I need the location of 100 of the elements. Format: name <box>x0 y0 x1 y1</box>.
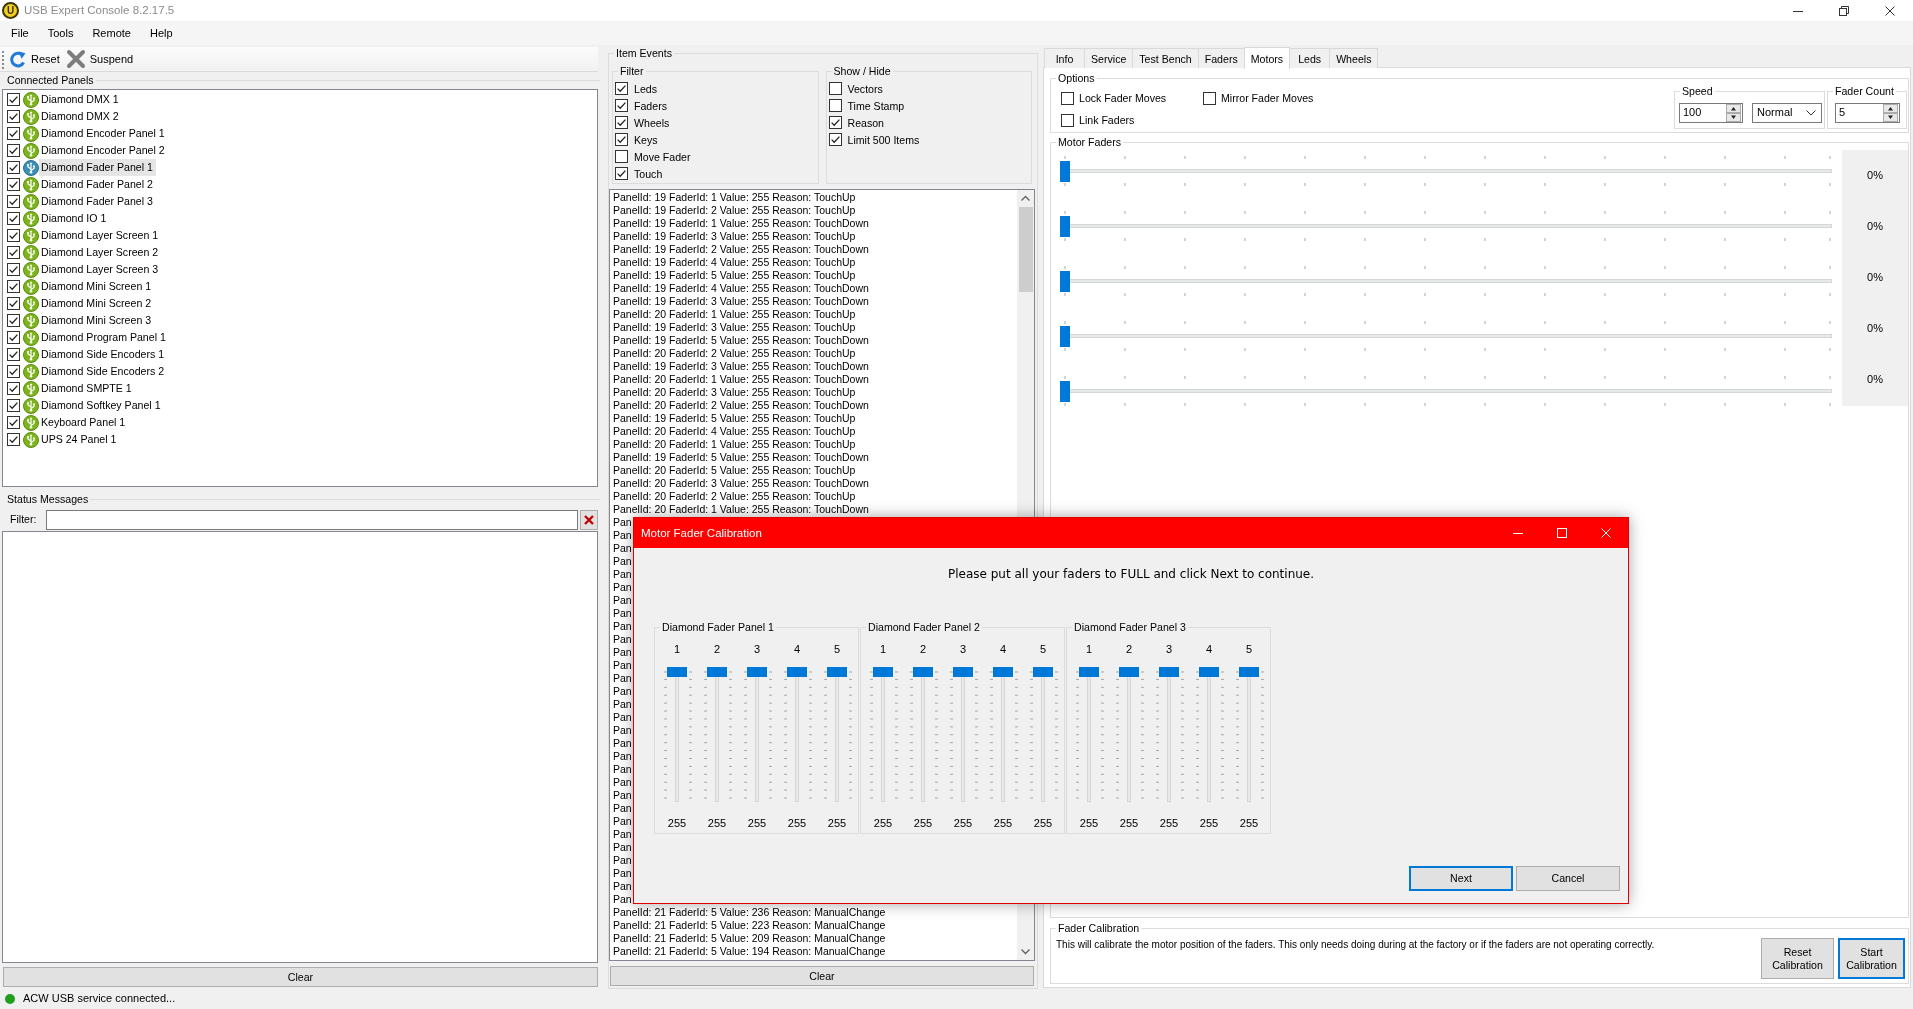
panel-name[interactable]: Diamond DMX 1 <box>39 91 122 108</box>
slider-track[interactable] <box>1060 154 1835 188</box>
restore-icon[interactable] <box>1839 5 1849 16</box>
panel-name[interactable]: Diamond Mini Screen 2 <box>39 295 155 312</box>
slider-thumb[interactable] <box>827 667 847 677</box>
filter-field[interactable] <box>46 509 578 530</box>
checkbox[interactable] <box>7 263 20 276</box>
checkbox[interactable] <box>615 82 628 95</box>
checkbox[interactable] <box>7 246 20 259</box>
slider-thumb[interactable] <box>1060 271 1070 292</box>
reset-button[interactable]: Reset <box>7 49 62 69</box>
dialog-button[interactable]: Cancel <box>1516 866 1620 891</box>
checkbox[interactable] <box>7 297 20 310</box>
slider-thumb[interactable] <box>1060 161 1070 182</box>
caret-icon[interactable] <box>1806 110 1816 116</box>
checkbox[interactable] <box>828 133 842 146</box>
slider-thumb[interactable] <box>873 667 893 677</box>
tab[interactable]: Test Bench <box>1132 48 1199 68</box>
tab[interactable]: Faders <box>1197 48 1245 68</box>
panel-name[interactable]: Diamond Side Encoders 2 <box>39 363 168 380</box>
slider-thumb[interactable] <box>1060 326 1070 347</box>
slider-track[interactable] <box>1060 374 1835 408</box>
slider-thumb[interactable] <box>1060 381 1070 402</box>
tab[interactable]: Info <box>1044 48 1085 68</box>
checkbox[interactable] <box>7 127 20 140</box>
panel-name[interactable]: Diamond Layer Screen 2 <box>39 244 162 261</box>
calibration-button[interactable]: Reset Calibration <box>1761 938 1834 979</box>
menu-item[interactable]: Remote <box>82 21 140 45</box>
checkbox[interactable] <box>1203 91 1216 105</box>
fader-count-spinner[interactable]: 5 <box>1835 103 1900 123</box>
panel-name[interactable]: Diamond Mini Screen 3 <box>39 312 155 329</box>
panel-name[interactable]: Diamond Side Encoders 1 <box>39 346 168 363</box>
calibration-button[interactable]: Start Calibration <box>1838 938 1905 979</box>
slider-thumb[interactable] <box>953 667 973 677</box>
panel-name[interactable]: Diamond DMX 2 <box>39 108 122 125</box>
panel-name[interactable]: Diamond SMPTE 1 <box>39 380 135 397</box>
checkbox[interactable] <box>7 195 20 208</box>
slider-track[interactable] <box>1060 209 1835 243</box>
speed-spinner[interactable]: 100 <box>1679 103 1743 123</box>
checkbox[interactable] <box>7 280 20 293</box>
checkbox[interactable] <box>7 178 20 191</box>
tab[interactable]: Motors <box>1243 47 1291 69</box>
clear-button[interactable]: Clear <box>610 966 1034 986</box>
panel-name[interactable]: Diamond Fader Panel 3 <box>39 193 156 210</box>
panel-name[interactable]: Keyboard Panel 1 <box>39 414 129 431</box>
tab[interactable]: Leds <box>1289 48 1331 68</box>
panel-name[interactable]: Diamond Encoder Panel 2 <box>39 142 168 159</box>
panel-name[interactable]: Diamond Mini Screen 1 <box>39 278 155 295</box>
spin-arrows-icon[interactable] <box>1726 104 1741 122</box>
slider-thumb[interactable] <box>1079 667 1099 677</box>
slider-thumb[interactable] <box>1060 216 1070 237</box>
panel-name[interactable]: UPS 24 Panel 1 <box>39 431 120 448</box>
checkbox[interactable] <box>7 348 20 361</box>
checkbox[interactable] <box>7 382 20 395</box>
checkbox[interactable] <box>7 229 20 242</box>
clear-button[interactable]: Clear <box>3 967 598 987</box>
checkbox[interactable] <box>828 116 842 129</box>
menu-item[interactable]: Help <box>139 21 182 45</box>
slider-thumb[interactable] <box>747 667 767 677</box>
checkbox[interactable] <box>7 161 20 174</box>
checkbox[interactable] <box>615 167 628 180</box>
panel-name[interactable]: Diamond Program Panel 1 <box>39 329 169 346</box>
menu-item[interactable]: Tools <box>37 21 83 45</box>
checkbox[interactable] <box>7 331 20 344</box>
panel-name[interactable]: Diamond Fader Panel 1 <box>39 159 156 176</box>
checkbox[interactable] <box>1061 91 1074 105</box>
slider-thumb[interactable] <box>787 667 807 677</box>
close-icon[interactable] <box>1885 5 1895 16</box>
slider-thumb[interactable] <box>667 667 687 677</box>
checkbox[interactable] <box>615 116 628 129</box>
checkbox[interactable] <box>828 99 842 112</box>
panel-name[interactable]: Diamond Layer Screen 3 <box>39 261 162 278</box>
checkbox[interactable] <box>7 110 20 123</box>
checkbox[interactable] <box>828 82 842 95</box>
checkbox[interactable] <box>7 314 20 327</box>
checkbox[interactable] <box>7 416 20 429</box>
panel-name[interactable]: Diamond IO 1 <box>39 210 110 227</box>
checkbox[interactable] <box>7 212 20 225</box>
checkbox[interactable] <box>615 150 628 163</box>
spin-arrows-icon[interactable] <box>1883 104 1898 122</box>
tab[interactable]: Wheels <box>1329 48 1379 68</box>
grip-icon[interactable] <box>1 49 5 69</box>
checkbox[interactable] <box>7 144 20 157</box>
slider-thumb[interactable] <box>1239 667 1259 677</box>
checkbox[interactable] <box>615 133 628 146</box>
slider-thumb[interactable] <box>1199 667 1219 677</box>
checkbox[interactable] <box>7 93 20 106</box>
panel-name[interactable]: Diamond Softkey Panel 1 <box>39 397 164 414</box>
checkbox[interactable] <box>7 365 20 378</box>
slider-thumb[interactable] <box>1033 667 1053 677</box>
tab[interactable]: Service <box>1084 48 1134 68</box>
menu-item[interactable]: File <box>1 21 38 45</box>
panel-name[interactable]: Diamond Encoder Panel 1 <box>39 125 168 142</box>
scrollbar-thumb[interactable] <box>1018 207 1033 292</box>
slider-track[interactable] <box>1060 264 1835 298</box>
suspend-button[interactable]: Suspend <box>63 48 136 70</box>
checkbox[interactable] <box>7 399 20 412</box>
panel-name[interactable]: Diamond Layer Screen 1 <box>39 227 162 244</box>
slider-thumb[interactable] <box>993 667 1013 677</box>
slider-thumb[interactable] <box>707 667 727 677</box>
